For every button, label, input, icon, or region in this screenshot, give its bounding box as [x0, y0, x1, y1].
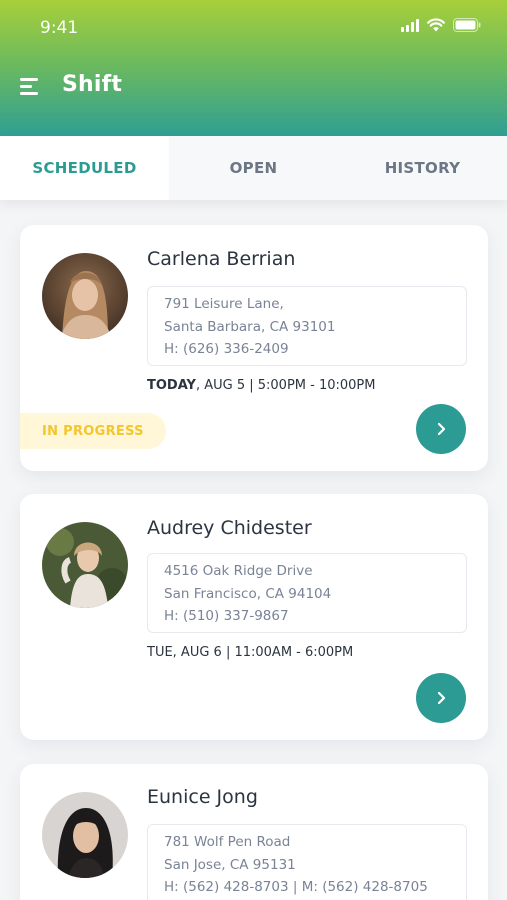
chevron-right-icon	[437, 422, 446, 436]
address-line: San Jose, CA 95131	[164, 856, 296, 873]
address-line: 781 Wolf Pen Road	[164, 834, 291, 850]
shift-day-prefix: TODAY	[147, 378, 196, 393]
shift-card: Audrey Chidester 4516 Oak Ridge Drive Sa…	[20, 494, 488, 740]
address-box: 781 Wolf Pen Road San Jose, CA 95131 H: …	[147, 824, 467, 900]
shift-time: TUE, AUG 6 | 11:00AM - 6:00PM	[147, 645, 354, 660]
address-line: San Francisco, CA 94104	[164, 585, 332, 602]
tab-open[interactable]: OPEN	[169, 136, 338, 200]
chevron-right-icon	[437, 691, 446, 705]
shift-card: Carlena Berrian 791 Leisure Lane, Santa …	[20, 225, 488, 471]
address-line: 791 Leisure Lane,	[164, 296, 284, 312]
tab-history[interactable]: HISTORY	[338, 136, 507, 200]
status-icons	[401, 18, 481, 32]
battery-icon	[453, 18, 481, 32]
client-name: Eunice Jong	[147, 786, 258, 808]
open-shift-button[interactable]	[416, 404, 466, 454]
page-title: Shift	[62, 72, 123, 97]
shift-card: Eunice Jong 781 Wolf Pen Road San Jose, …	[20, 764, 488, 900]
phone-number: H: (626) 336-2409	[164, 341, 289, 357]
avatar	[42, 253, 128, 339]
phone-number: H: (562) 428-8703 | M: (562) 428-8705	[164, 879, 428, 895]
shift-time: TODAY, AUG 5 | 5:00PM - 10:00PM	[147, 378, 375, 393]
app-header: 9:41 Shift	[0, 0, 507, 136]
wifi-icon	[427, 18, 445, 32]
open-shift-button[interactable]	[416, 673, 466, 723]
avatar	[42, 792, 128, 878]
address-line: 4516 Oak Ridge Drive	[164, 563, 313, 579]
shift-tabs: SCHEDULED OPEN HISTORY	[0, 136, 507, 200]
phone-number: H: (510) 337-9867	[164, 608, 289, 624]
status-time: 9:41	[40, 18, 79, 38]
address-line: Santa Barbara, CA 93101	[164, 318, 336, 335]
client-name: Carlena Berrian	[147, 248, 296, 270]
client-name: Audrey Chidester	[147, 517, 312, 539]
avatar	[42, 522, 128, 608]
hamburger-menu-icon[interactable]	[20, 76, 42, 98]
address-box: 791 Leisure Lane, Santa Barbara, CA 9310…	[147, 286, 467, 366]
status-badge: IN PROGRESS	[20, 413, 166, 449]
shift-time-range: , AUG 5 | 5:00PM - 10:00PM	[195, 378, 376, 393]
cellular-signal-icon	[401, 18, 419, 32]
tab-scheduled[interactable]: SCHEDULED	[0, 136, 169, 200]
status-bar: 9:41	[0, 0, 507, 56]
address-box: 4516 Oak Ridge Drive San Francisco, CA 9…	[147, 553, 467, 633]
